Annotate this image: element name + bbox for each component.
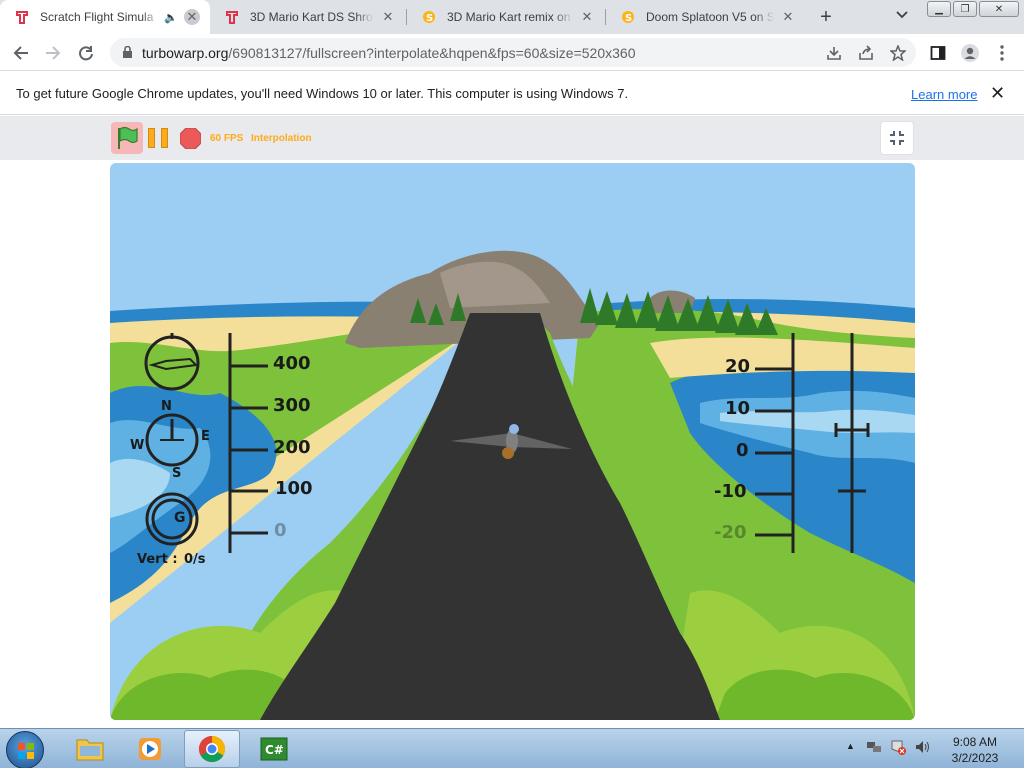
compass-north: N (161, 399, 172, 414)
url-text: turbowarp.org/690813127/fullscreen?inter… (142, 44, 636, 61)
altitude-tick-0: 0 (274, 520, 287, 541)
close-infobar-icon[interactable]: ✕ (990, 83, 1005, 104)
clock-date: 3/2/2023 (951, 751, 999, 765)
pause-button[interactable] (148, 128, 170, 148)
reload-icon[interactable] (75, 42, 97, 64)
compass-east: E (201, 429, 210, 444)
pitch-tick-0: 0 (736, 440, 749, 461)
bookmark-star-icon[interactable] (888, 43, 908, 63)
back-arrow-icon[interactable] (10, 42, 32, 64)
altitude-tick-200: 200 (273, 437, 311, 458)
volume-icon[interactable] (914, 739, 930, 758)
stop-icon (179, 127, 202, 150)
vertical-speed-value: 0/s (184, 552, 206, 567)
infobar-message: To get future Google Chrome updates, you… (16, 86, 629, 101)
altitude-tick-400: 400 (273, 353, 311, 374)
scratch-icon: S (421, 9, 437, 25)
tab-title: 3D Mario Kart DS Shroom (250, 10, 374, 24)
address-bar[interactable]: turbowarp.org/690813127/fullscreen?inter… (110, 38, 916, 67)
compass-west: W (130, 438, 145, 453)
minimize-button[interactable]: ▁ (927, 1, 951, 17)
pitch-tick-minus-10: -10 (714, 481, 747, 502)
folder-icon (76, 739, 104, 761)
player-controls: 60 FPS Interpolation (0, 116, 1024, 160)
tab-doom-splatoon[interactable]: S Doom Splatoon V5 on Sc ✕ (606, 0, 806, 34)
close-tab-icon[interactable]: ✕ (184, 9, 200, 25)
tab-scratch-flight[interactable]: Scratch Flight Simula 🔈 ✕ (0, 0, 210, 34)
windows-logo-icon (18, 743, 34, 759)
game-stage[interactable]: 400 300 200 100 0 20 10 0 -10 -20 N E S … (110, 163, 915, 720)
start-button[interactable] (6, 731, 44, 768)
altitude-tick-100: 100 (275, 478, 313, 499)
chrome-icon (198, 735, 226, 763)
chrome-menu-icon[interactable] (992, 43, 1012, 63)
new-tab-button[interactable]: + (816, 6, 836, 28)
exit-fullscreen-icon (890, 131, 904, 145)
taskbar-clock[interactable]: 9:08 AM 3/2/2023 (945, 734, 1005, 766)
speaker-icon[interactable]: 🔈 (164, 11, 178, 24)
pause-icon (148, 128, 155, 148)
forward-arrow-icon[interactable] (42, 42, 64, 64)
close-window-button[interactable]: ✕ (979, 1, 1019, 17)
learn-more-link[interactable]: Learn more (911, 87, 977, 102)
stop-button[interactable] (179, 127, 202, 150)
profile-avatar-icon[interactable] (960, 43, 980, 63)
csharp-icon: C# (260, 737, 288, 761)
scratch-icon: S (620, 9, 636, 25)
close-tab-icon[interactable]: ✕ (579, 9, 595, 25)
close-tab-icon[interactable]: ✕ (780, 9, 796, 25)
turbowarp-page: 60 FPS Interpolation 400 300 200 100 0 2… (0, 116, 1024, 728)
share-icon[interactable] (856, 43, 876, 63)
gear-label: G (174, 510, 186, 526)
altitude-tick-300: 300 (273, 395, 311, 416)
fps-label: 60 FPS (210, 133, 244, 144)
chrome-update-infobar: To get future Google Chrome updates, you… (0, 72, 1024, 115)
tab-search-icon[interactable] (896, 8, 908, 22)
svg-text:S: S (426, 13, 433, 24)
exit-fullscreen-button[interactable] (880, 121, 914, 155)
show-hidden-icons[interactable]: ▲ (846, 741, 855, 751)
taskbar-explorer[interactable] (62, 730, 118, 768)
taskbar-media-player[interactable] (122, 730, 178, 768)
flight-scene (110, 163, 915, 720)
taskbar-csharp-ide[interactable]: C# (246, 730, 302, 768)
tab-title: Scratch Flight Simula (40, 10, 154, 24)
pitch-tick-20: 20 (725, 356, 751, 377)
green-flag-icon (118, 126, 138, 149)
turbowarp-icon (14, 9, 30, 25)
tab-mario-kart-remix[interactable]: S 3D Mario Kart remix on S ✕ (407, 0, 605, 34)
tab-mario-kart-ds[interactable]: 3D Mario Kart DS Shroom ✕ (210, 0, 406, 34)
windows-taskbar: C# ▲ 9:08 AM 3/2/2023 (0, 728, 1024, 768)
lock-icon[interactable] (120, 46, 134, 60)
interpolation-label: Interpolation (251, 133, 312, 144)
media-player-icon (139, 738, 161, 760)
action-center-icon[interactable] (890, 739, 906, 758)
side-panel-icon[interactable] (928, 43, 948, 63)
pitch-tick-10: 10 (725, 398, 751, 419)
network-icon[interactable] (866, 739, 882, 758)
vertical-speed-label: Vert : (137, 552, 178, 567)
compass-south: S (172, 466, 182, 481)
svg-text:C#: C# (265, 743, 284, 757)
tab-title: 3D Mario Kart remix on S (447, 10, 573, 24)
clock-time: 9:08 AM (952, 735, 998, 749)
install-app-icon[interactable] (824, 43, 844, 63)
svg-text:S: S (625, 13, 632, 24)
restore-button[interactable]: ❐ (953, 1, 977, 17)
green-flag-button[interactable] (111, 122, 143, 154)
tab-strip: Scratch Flight Simula 🔈 ✕ 3D Mario Kart … (0, 0, 1024, 34)
close-tab-icon[interactable]: ✕ (380, 9, 396, 25)
tab-title: Doom Splatoon V5 on Sc (646, 10, 774, 24)
taskbar-chrome[interactable] (184, 730, 240, 768)
turbowarp-icon (224, 9, 240, 25)
pitch-tick-minus-20: -20 (714, 522, 747, 543)
